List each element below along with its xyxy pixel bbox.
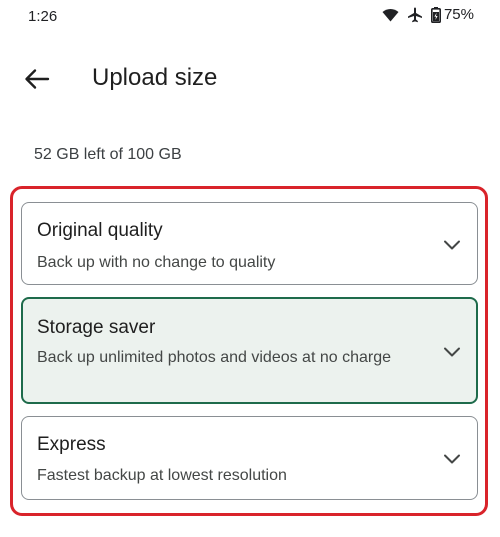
status-time: 1:26 [28, 8, 58, 25]
storage-summary: 52 GB left of 100 GB [34, 146, 182, 163]
status-icons: 75% [382, 6, 474, 23]
option-title: Original quality [37, 220, 163, 241]
option-description: Back up unlimited photos and videos at n… [37, 349, 392, 366]
option-original-quality[interactable]: Original quality Back up with no change … [21, 202, 478, 285]
app-bar: Upload size [0, 56, 500, 100]
chevron-down-icon [444, 347, 460, 357]
status-bar: 1:26 75% [0, 0, 500, 34]
page-title: Upload size [92, 64, 218, 91]
option-title: Express [37, 434, 106, 455]
battery-percent: 75% [443, 6, 474, 23]
airplane-icon [407, 7, 423, 23]
battery-indicator: 75% [430, 6, 474, 23]
option-storage-saver[interactable]: Storage saver Back up unlimited photos a… [21, 297, 478, 404]
chevron-down-icon [444, 454, 460, 464]
chevron-down-icon [444, 240, 460, 250]
option-description: Back up with no change to quality [37, 254, 276, 271]
battery-icon [430, 6, 441, 23]
option-express[interactable]: Express Fastest backup at lowest resolut… [21, 416, 478, 500]
option-title: Storage saver [37, 317, 156, 338]
wifi-icon [382, 8, 399, 22]
option-description: Fastest backup at lowest resolution [37, 467, 287, 484]
arrow-back-icon [25, 69, 50, 89]
back-button[interactable] [22, 64, 52, 94]
